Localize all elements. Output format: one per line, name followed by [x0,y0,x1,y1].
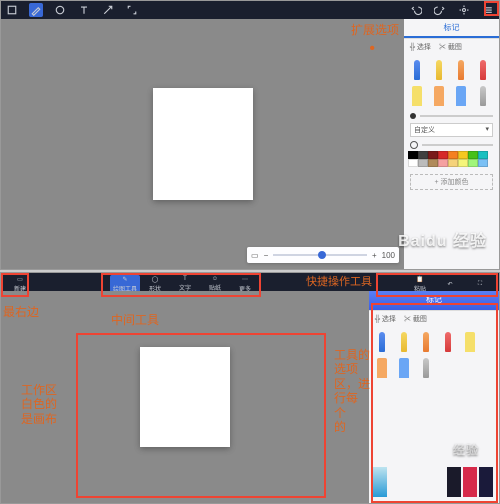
color-swatch[interactable] [438,151,448,159]
zoom-pct: 100 [382,251,395,260]
size-dropdown[interactable]: 自定义 [410,123,493,137]
marker-orange[interactable] [430,85,448,107]
panel-sub-select[interactable]: ╬ 选择 [410,42,431,52]
expand-icon[interactable] [125,3,139,17]
marker-yellow[interactable] [461,331,479,353]
pen-orange[interactable] [452,59,470,81]
redo-icon[interactable] [433,3,447,17]
color-swatch[interactable] [478,159,488,167]
pen-red[interactable] [474,59,492,81]
pencil-gray[interactable] [474,85,492,107]
text-icon[interactable] [77,3,91,17]
marker-yellow[interactable] [408,85,426,107]
panel-sub-select[interactable]: ╬ 选择 [375,314,396,324]
zoom-bar: ▭ − + 100 [247,247,399,263]
undo-icon[interactable] [409,3,423,17]
pen-tools [369,327,499,383]
watermark: Baidu 经验 [398,227,487,251]
main-toolbar [1,1,499,19]
arrow-icon[interactable] [101,3,115,17]
shape-icon[interactable] [53,3,67,17]
work-area[interactable] [1,291,369,503]
zoom-slider[interactable] [273,254,367,256]
zoom-in-icon[interactable]: + [372,251,377,260]
pen-yellow[interactable] [395,331,413,353]
tab-mark[interactable]: 标记 [404,19,499,38]
settings-icon[interactable] [457,3,471,17]
zoom-fit-icon[interactable]: ▭ [251,251,259,260]
pen-red[interactable] [439,331,457,353]
color-swatch[interactable] [448,159,458,167]
color-swatch[interactable] [438,159,448,167]
marker-orange[interactable] [373,357,391,379]
screenshot-top: 标记 ╬ 选择 ✂ 截图 自定义 [0,0,500,270]
pen-orange[interactable] [417,331,435,353]
size-row [404,111,499,121]
stroke-row [404,139,499,151]
pen-blue[interactable] [408,59,426,81]
size-slider[interactable] [420,115,493,117]
panel-sub-crop[interactable]: ✂ 截图 [404,314,427,324]
color-swatch[interactable] [458,151,468,159]
pencil-gray[interactable] [417,357,435,379]
photo-thumb [373,467,387,497]
color-palette [404,151,499,171]
pen-tools [404,55,499,111]
color-swatch[interactable] [478,151,488,159]
marker-blue[interactable] [395,357,413,379]
color-swatch[interactable] [408,159,418,167]
color-swatch[interactable] [418,159,428,167]
tab-mark[interactable]: 标记 [369,291,499,310]
brush-icon[interactable] [29,3,43,17]
size-preview-icon [410,113,416,119]
side-panel: 标记 ╬ 选择 ✂ 截图 经验 [369,291,499,503]
menu-icon[interactable] [481,3,495,17]
canvas[interactable] [153,88,253,200]
screenshot-bottom: ▭新建 ✎绘图工具 ◯形状 T文字 ☺贴纸 ⋯更多 📋粘贴 ↶ ⛶ 标记 ╬ 选… [0,272,500,504]
watermark: 经验 [453,441,479,458]
zoom-out-icon[interactable]: − [264,251,269,260]
canvas[interactable] [140,347,230,447]
photo-thumb [447,467,493,497]
pen-yellow[interactable] [430,59,448,81]
color-swatch[interactable] [468,159,478,167]
stroke-preview-icon [410,141,418,149]
pen-blue[interactable] [373,331,391,353]
color-swatch[interactable] [448,151,458,159]
stroke-slider[interactable] [422,144,493,146]
crop-icon[interactable] [5,3,19,17]
color-swatch[interactable] [408,151,418,159]
color-swatch[interactable] [428,159,438,167]
color-swatch[interactable] [428,151,438,159]
panel-sub-crop[interactable]: ✂ 截图 [439,42,462,52]
marker-blue[interactable] [452,85,470,107]
work-area[interactable] [1,19,404,269]
color-swatch[interactable] [418,151,428,159]
zoom-thumb[interactable] [318,251,326,259]
color-swatch[interactable] [458,159,468,167]
panel-tabs: 标记 [404,19,499,39]
color-swatch[interactable] [468,151,478,159]
add-color-button[interactable]: + 添加颜色 [410,174,493,190]
